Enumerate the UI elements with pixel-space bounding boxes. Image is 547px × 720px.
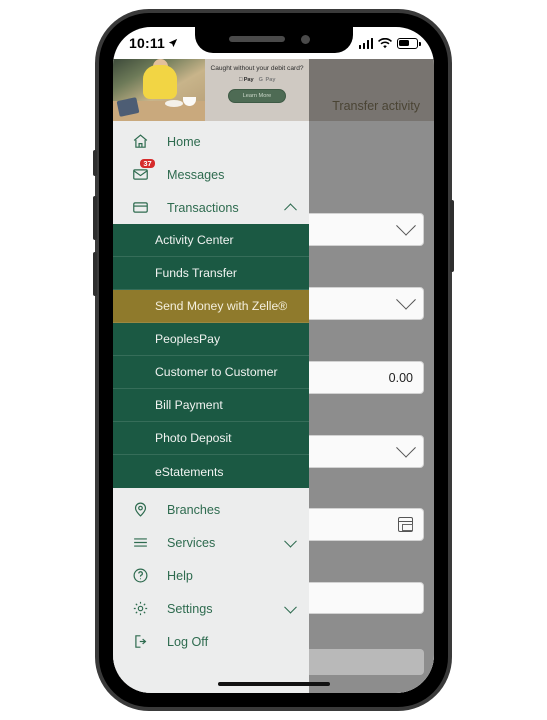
apple-pay-icon: Pay [238, 77, 253, 83]
cellular-signal-icon [358, 37, 373, 49]
transactions-submenu: Activity Center Funds Transfer Send Mone… [113, 224, 309, 488]
phone-notch [194, 27, 353, 53]
background-amount-field[interactable]: 0.00 [294, 361, 424, 394]
sidebar-item-label: Messages [167, 167, 225, 182]
status-bar-time: 10:11 [129, 35, 166, 51]
sidebar-item-label: Home [167, 134, 201, 149]
drawer-menu: Home 37 Messages Transactions Activity C… [113, 121, 309, 658]
gear-icon [129, 598, 151, 620]
logout-icon [129, 631, 151, 653]
submenu-item-activity-center[interactable]: Activity Center [113, 224, 309, 257]
sidebar-item-label: Transactions [167, 200, 239, 215]
volume-down-button[interactable] [93, 252, 97, 296]
promo-ad-banner[interactable]: Caught without your debit card? Pay G P… [113, 59, 309, 121]
ad-payment-logos: Pay G Pay [238, 77, 275, 83]
chevron-up-icon [284, 202, 297, 216]
calendar-icon [398, 517, 413, 532]
google-pay-icon: G Pay [259, 77, 276, 83]
status-bar-indicators [358, 37, 421, 49]
front-camera [300, 35, 310, 44]
sidebar-item-branches[interactable]: Branches [113, 493, 309, 526]
background-memo-field[interactable] [294, 582, 424, 614]
chevron-down-icon [396, 215, 416, 236]
sidebar-item-home[interactable]: Home [113, 125, 309, 158]
phone-screen: Transfer activity 0.00 Caught without yo… [113, 27, 434, 693]
submenu-item-peoplespay[interactable]: PeoplesPay [113, 323, 309, 356]
chevron-down-icon [396, 289, 416, 310]
submenu-item-estatements[interactable]: eStatements [113, 455, 309, 488]
ad-content: Caught without your debit card? Pay G P… [205, 59, 309, 121]
screenshot-root: Transfer activity 0.00 Caught without yo… [0, 0, 547, 720]
sidebar-item-messages[interactable]: 37 Messages [113, 158, 309, 191]
background-date-field[interactable] [294, 508, 424, 541]
chevron-down-icon [284, 600, 297, 614]
chevron-down-icon [284, 534, 297, 548]
background-to-dropdown[interactable] [294, 287, 424, 320]
question-circle-icon [129, 565, 151, 587]
ad-learn-more-button[interactable]: Learn More [227, 88, 287, 103]
background-frequency-dropdown[interactable] [294, 435, 424, 468]
sidebar-item-label: Services [167, 535, 216, 550]
power-button[interactable] [450, 200, 454, 272]
credit-card-icon [129, 197, 151, 219]
ad-photo-person-jacket [143, 65, 177, 99]
hamburger-menu-icon [129, 532, 151, 554]
battery-icon [397, 37, 421, 49]
envelope-icon: 37 [129, 158, 155, 186]
submenu-item-photo-deposit[interactable]: Photo Deposit [113, 422, 309, 455]
background-submit-button[interactable] [294, 649, 424, 675]
background-from-dropdown[interactable] [294, 213, 424, 246]
wifi-icon [378, 37, 392, 48]
mute-switch[interactable] [93, 150, 97, 176]
submenu-item-send-money-with-zelle[interactable]: Send Money with Zelle® [113, 290, 309, 323]
home-indicator[interactable] [217, 682, 330, 686]
sidebar-item-label: Help [167, 568, 193, 583]
sidebar-item-transactions[interactable]: Transactions [113, 191, 309, 224]
sidebar-item-services[interactable]: Services [113, 526, 309, 559]
chevron-down-icon [396, 437, 416, 458]
sidebar-item-log-off[interactable]: Log Off [113, 625, 309, 658]
apple-pay-label: Pay [241, 76, 254, 83]
sidebar-item-help[interactable]: Help [113, 559, 309, 592]
home-icon [129, 131, 151, 153]
sidebar-item-label: Log Off [167, 634, 209, 649]
amount-value: 0.00 [388, 370, 413, 385]
ad-photo-plate [165, 100, 183, 107]
navigation-drawer: Caught without your debit card? Pay G P… [113, 59, 309, 693]
submenu-item-bill-payment[interactable]: Bill Payment [113, 389, 309, 422]
ad-photo [113, 59, 205, 121]
messages-unread-badge: 37 [140, 158, 155, 168]
sidebar-item-label: Branches [167, 502, 221, 517]
sidebar-item-settings[interactable]: Settings [113, 592, 309, 625]
status-bar-time-group: 10:11 [129, 35, 178, 51]
location-pin-icon [129, 499, 151, 521]
location-arrow-icon [168, 38, 178, 48]
earpiece-speaker [228, 36, 285, 42]
background-page-title: Transfer activity [332, 99, 420, 113]
sidebar-item-label: Settings [167, 601, 213, 616]
google-pay-label: Pay [262, 76, 276, 83]
submenu-item-customer-to-customer[interactable]: Customer to Customer [113, 356, 309, 389]
volume-up-button[interactable] [93, 196, 97, 240]
ad-headline: Caught without your debit card? [210, 65, 304, 72]
submenu-item-funds-transfer[interactable]: Funds Transfer [113, 257, 309, 290]
